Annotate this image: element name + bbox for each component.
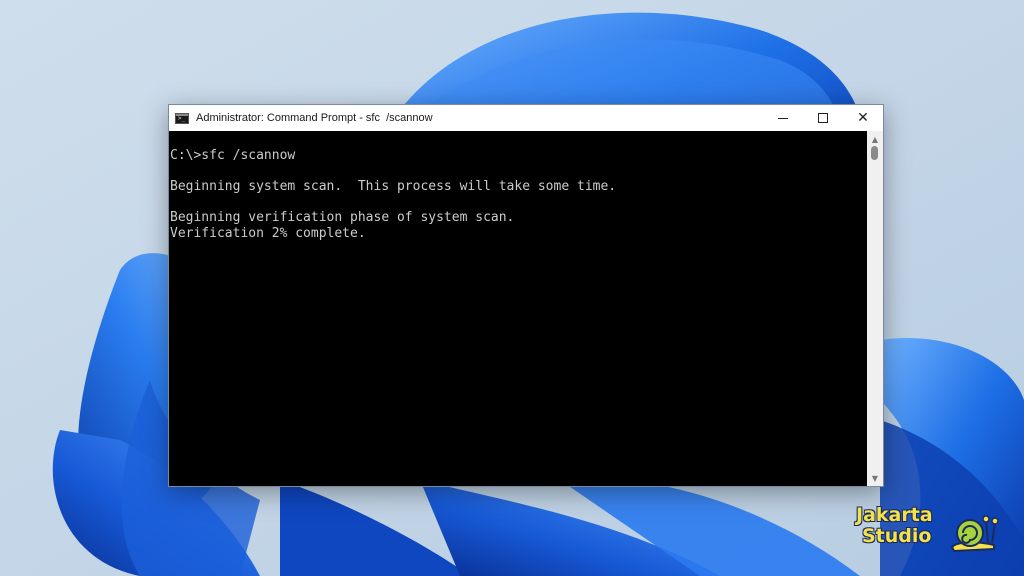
console-line: Verification 2% complete. xyxy=(170,225,366,241)
watermark-line-1: Jakarta xyxy=(856,504,933,526)
maximize-icon xyxy=(818,113,828,123)
cmd-icon[interactable]: >_ xyxy=(175,112,189,124)
close-icon: ✕ xyxy=(857,110,869,126)
console-output[interactable]: C:\>sfc /scannow Beginning system scan. … xyxy=(169,131,867,486)
watermark-line-2: Studio xyxy=(862,525,932,547)
title-bar[interactable]: >_ Administrator: Command Prompt - sfc /… xyxy=(169,105,883,131)
caption-buttons: ✕ xyxy=(763,105,883,131)
console-line: Beginning system scan. This process will… xyxy=(170,179,617,195)
snail-logo xyxy=(950,515,999,553)
scroll-up-arrow-icon[interactable]: ▲ xyxy=(867,132,883,146)
close-button[interactable]: ✕ xyxy=(843,105,883,131)
scroll-thumb[interactable] xyxy=(871,146,878,160)
minimize-button[interactable] xyxy=(763,105,803,131)
console-line: C:\>sfc /scannow xyxy=(170,148,296,163)
maximize-button[interactable] xyxy=(803,105,843,131)
watermark-text: Jakarta Studio xyxy=(856,505,933,547)
scroll-down-arrow-icon[interactable]: ▼ xyxy=(867,471,883,485)
minimize-icon xyxy=(778,117,788,119)
window-title: Administrator: Command Prompt - sfc /sca… xyxy=(196,112,433,124)
watermark: Jakarta Studio xyxy=(856,505,1016,555)
console-line: Beginning verification phase of system s… xyxy=(170,210,515,226)
command-prompt-window[interactable]: >_ Administrator: Command Prompt - sfc /… xyxy=(168,104,884,487)
vertical-scrollbar[interactable]: ▲ ▼ xyxy=(867,131,883,486)
